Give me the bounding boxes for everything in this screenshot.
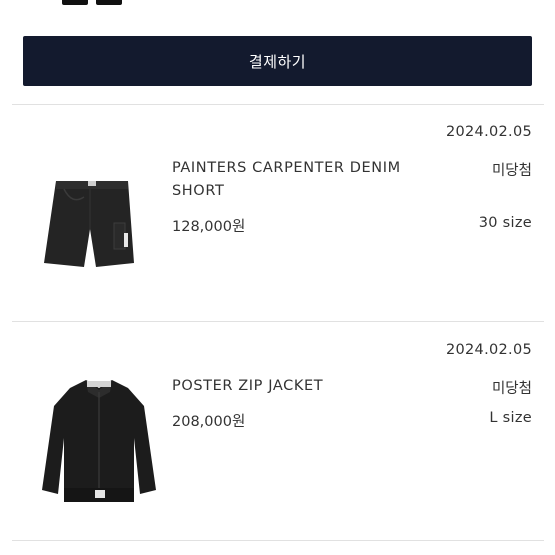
draw-status: 미당첨: [491, 163, 532, 179]
product-price: 128,000원: [172, 219, 246, 235]
product-name[interactable]: POSTER ZIP JACKET: [172, 375, 442, 398]
product-price: 208,000원: [172, 414, 246, 430]
order-date: 2024.02.05: [445, 124, 532, 140]
draw-status: 미당첨: [491, 381, 532, 397]
product-name[interactable]: PAINTERS CARPENTER DENIM SHORT: [172, 157, 442, 203]
divider: [12, 321, 544, 322]
product-size: 30 size: [478, 215, 532, 231]
product-size: L size: [489, 410, 532, 426]
checkout-button[interactable]: 결제하기: [23, 36, 532, 86]
cropped-product-image: [62, 0, 122, 5]
divider: [12, 540, 544, 541]
order-item[interactable]: 2024.02.05 POSTER ZIP JACKET 미당첨 208,000…: [0, 323, 555, 538]
zip-jacket-image: [42, 380, 156, 502]
order-item[interactable]: 2024.02.05 PAINTERS CARPENTER DENIM SHOR…: [0, 105, 555, 320]
denim-shorts-image: [44, 181, 134, 267]
order-date: 2024.02.05: [445, 342, 532, 358]
